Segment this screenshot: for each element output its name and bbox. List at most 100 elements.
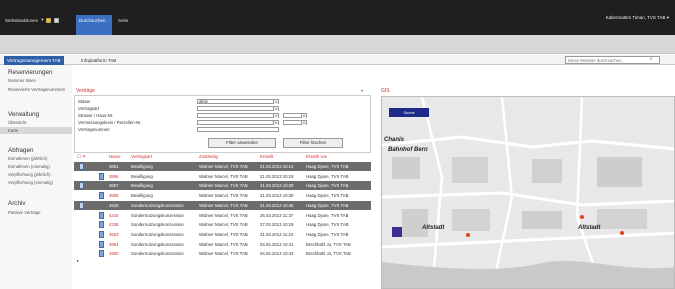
top-bar: Websiteaktionen ▾ Durchsuchen Seite Kalt… [0, 0, 675, 35]
map-panel: GIS Suche Chanis Bahnhof Bern Altstadt A… [381, 88, 675, 289]
column-header-zustandig[interactable]: Zuständig [199, 154, 218, 161]
cell-name[interactable]: 3857 [109, 183, 119, 188]
cell-zust: Widmer Marcel, TVS TAB [199, 251, 248, 257]
cell-name[interactable]: 3856 [109, 174, 119, 179]
cell-art: Sondernutzungskonzession [131, 202, 184, 208]
nav-item-einnahmen-einmalig[interactable]: Einnahmen (einmalig) [8, 164, 50, 169]
cell-art: Sondernutzungskonzession [131, 231, 184, 237]
map-search-button[interactable]: Suche [389, 108, 429, 117]
document-icon [79, 163, 84, 170]
nav-item-reservierte[interactable]: Reservierte Vertragsnummern [8, 87, 68, 92]
page-icon[interactable] [54, 17, 60, 23]
map-marker[interactable] [620, 231, 624, 235]
cell-name[interactable]: 4525 [109, 203, 119, 208]
left-navigation: Reservierungen Nummer lösen Reservierte … [0, 65, 72, 289]
cell-von: Haag Djune, TVS TAB [306, 193, 349, 199]
nav-item-ubersicht[interactable]: Übersicht [8, 120, 26, 125]
table-row[interactable]: 4900 Sondernutzungskonzession Widmer Marce… [74, 249, 371, 258]
cell-name[interactable]: 3858 [109, 193, 119, 198]
cell-art: Bewilligung [131, 193, 153, 199]
table-row[interactable]: 4338 Sondernutzungskonzession Widmer Marce… [74, 220, 371, 229]
cell-name[interactable]: 4894 [109, 242, 119, 247]
nav-heading-archiv[interactable]: Archiv [8, 200, 26, 207]
cell-name[interactable]: 4338 [109, 222, 119, 227]
status-value: aktiv [199, 99, 208, 104]
nav-heading-reservierungen[interactable]: Reservierungen [8, 69, 52, 76]
table-row[interactable]: 3856 Bewilligung Widmer Marcel, TVS TAB 21.… [74, 172, 371, 181]
cell-name[interactable]: 4563 [109, 232, 119, 237]
filter-label-vermessungskreis: Vermessungskreis / Parzellen-Nr. [78, 120, 142, 125]
cell-name[interactable]: 3851 [109, 164, 119, 169]
cell-name[interactable]: 4900 [109, 251, 119, 256]
ribbon-tab-page[interactable]: Seite [118, 18, 128, 23]
ribbon-tab-browse[interactable]: Durchsuchen [76, 15, 112, 35]
column-header-erstellt[interactable]: Erstellt [260, 154, 273, 161]
status-select[interactable]: aktiv ▾ [197, 99, 279, 104]
document-icon [79, 201, 84, 209]
table-row[interactable]: 4316 Sondernutzungskonzession Widmer Marce… [74, 211, 371, 220]
nav-heading-abfragen[interactable]: Abfragen [8, 147, 34, 154]
nav-item-verpflichtung-jahrlich[interactable]: Verpflichtung (jährlich) [8, 172, 51, 177]
table-row[interactable]: 3851 Bewilligung Widmer Marcel, TVS TAB 21.… [74, 162, 371, 171]
nav-item-passive-vertrage[interactable]: Passive Verträge [8, 210, 40, 215]
cell-erst: 21.03.2013 10:19 [260, 173, 294, 179]
collapse-icon[interactable]: ▾ [361, 88, 363, 93]
table-row[interactable]: 4894 Sondernutzungskonzession Widmer Marce… [74, 240, 371, 249]
select-all-checkbox[interactable]: ☐ ✕ [77, 154, 86, 161]
nav-item-verpflichtung-einmalig[interactable]: Verpflichtung (einmalig) [8, 180, 53, 185]
site-actions-menu[interactable]: Websiteaktionen ▾ [5, 17, 60, 23]
cell-art: Bewilligung [131, 183, 153, 189]
map-label-chanis: Chanis [384, 137, 405, 143]
filter-label-strasse: Strasse / Haus-Nr. [78, 113, 114, 118]
nav-item-einnahmen-jahrlich[interactable]: Einnahmen (jährlich) [8, 156, 47, 161]
cell-zust: Widmer Marcel, TVS TAB [199, 202, 248, 208]
nav-tab-infoplattform[interactable]: Infoplattform TAB [78, 56, 119, 65]
nav-tab-vertragsmanagement[interactable]: Vertragsmanagement TAB [4, 56, 64, 65]
cell-zust: Widmer Marcel, TVS TAB [199, 164, 248, 169]
nav-item-nummer-losen[interactable]: Nummer lösen [8, 78, 36, 83]
vertragsart-select[interactable]: ▾ [197, 106, 279, 111]
document-icon [99, 230, 104, 238]
nav-item-karte[interactable]: Karte [0, 127, 72, 134]
filter-clear-button[interactable]: Filter löschen [283, 138, 343, 148]
expand-icon[interactable]: ▸ [77, 258, 79, 263]
document-icon [99, 221, 104, 229]
document-icon [99, 250, 104, 258]
cell-zust: Widmer Marcel, TVS TAB [199, 193, 248, 199]
nav-heading-verwaltung[interactable]: Verwaltung [8, 111, 39, 118]
map-marker[interactable] [580, 215, 584, 219]
cell-von: Haag Djune, TVS TAB [306, 183, 349, 189]
table-row[interactable]: 4563 Sondernutzungskonzession Widmer Marce… [74, 230, 371, 239]
column-header-name[interactable]: Name [109, 154, 120, 161]
hausnr-select[interactable]: ▾ [283, 113, 307, 118]
cell-erst: 04.04.2013 10:41 [260, 241, 294, 247]
user-menu[interactable]: Kaltermatten Timan, TVS TAB ▾ [606, 15, 669, 21]
cell-von: Brechbühl Jo, TVS TAB [306, 241, 351, 247]
search-icon[interactable]: ⌕ [650, 56, 653, 62]
table-row[interactable]: 4525 Sondernutzungskonzession Widmer Marce… [74, 200, 371, 210]
filter-apply-button[interactable]: Filter anwenden [208, 138, 276, 148]
folder-icon[interactable] [46, 17, 52, 23]
vertragsnummer-input[interactable] [197, 127, 279, 132]
parzellen-select[interactable]: ▾ [283, 120, 307, 125]
cell-von: Haag Djune, TVS TAB [306, 202, 349, 208]
table-row[interactable]: 3857 Bewilligung Widmer Marcel, TVS TAB 21.… [74, 181, 371, 191]
map-marker[interactable] [466, 233, 470, 237]
vermessungskreis-select[interactable]: ▾ [197, 120, 279, 125]
column-header-erstellt-von[interactable]: Erstellt von [306, 154, 327, 161]
cell-name[interactable]: 4316 [109, 213, 119, 218]
map[interactable]: Suche Chanis Bahnhof Bern Altstadt Altst… [381, 96, 675, 289]
column-header-vertragsart[interactable]: Vertragsart [131, 154, 152, 161]
cell-erst: 21.03.2013 10:45 [260, 202, 294, 208]
strasse-select[interactable]: ▾ [197, 113, 279, 118]
ribbon-area [0, 35, 675, 54]
filter-panel: Status aktiv ▾ Vertragsart ▾ Strasse / Ha… [74, 95, 371, 153]
cell-zust: Widmer Marcel, TVS TAB [199, 231, 248, 237]
chevron-down-icon: ▾ [301, 114, 306, 118]
site-actions-label: Websiteaktionen [5, 17, 39, 23]
cell-art: Sondernutzungskonzession [131, 222, 184, 228]
site-search-input[interactable]: Diese Website durchsuchen... [565, 56, 660, 64]
table-row[interactable]: 3858 Bewilligung Widmer Marcel, TVS TAB 21.… [74, 191, 371, 200]
cell-von: Brechbühl Jo, TVS TAB [306, 251, 351, 257]
chevron-down-icon: ▾ [273, 114, 278, 118]
